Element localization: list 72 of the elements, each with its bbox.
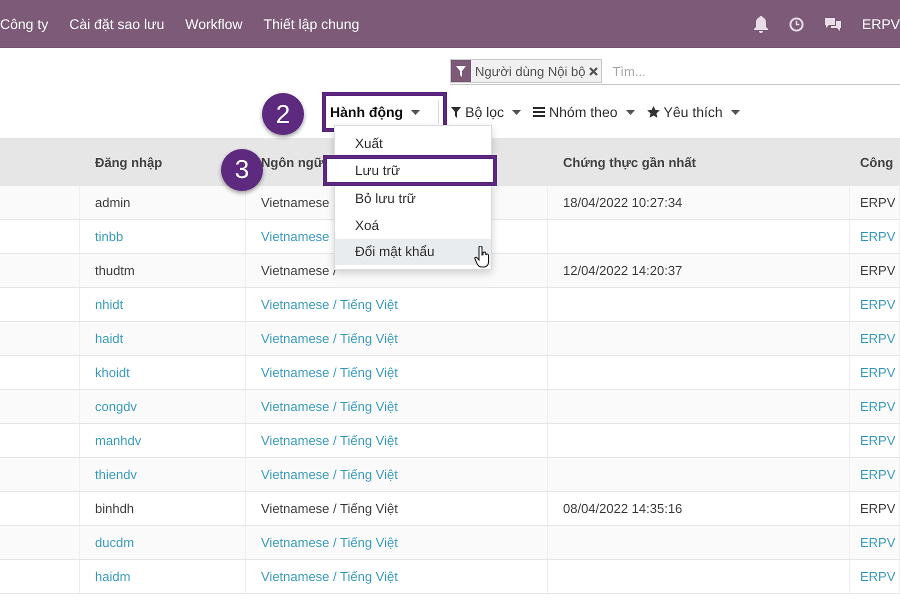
company-cell: ERPV [860, 535, 896, 550]
caret-icon [411, 110, 420, 114]
language-cell: Vietnamese / Tiếng Việt [261, 433, 398, 448]
company-cell: ERPV [860, 501, 896, 516]
star-icon [646, 106, 660, 118]
menu-item[interactable]: Workflow [185, 16, 253, 32]
dropdown-item[interactable]: Lưu trữ [323, 154, 497, 186]
login-cell: nhidt [95, 297, 124, 312]
company-cell: ERPV [860, 297, 896, 312]
login-cell: binhdh [95, 501, 134, 516]
login-cell: ducdm [95, 535, 134, 550]
login-cell: haidm [95, 569, 130, 584]
caret-icon [512, 110, 522, 114]
language-cell: Vietnamese / Tiếng Việt [261, 535, 398, 550]
menu-item[interactable]: Công ty [0, 16, 58, 32]
toolbar-button[interactable]: Nhóm theo [533, 100, 635, 124]
company-cell: ERPV [860, 331, 896, 346]
dropdown-item[interactable]: Xoá [335, 212, 491, 238]
company-cell: ERPV [860, 365, 896, 380]
user-name[interactable]: ERPV [862, 16, 900, 32]
toolbar-button[interactable]: Yêu thích [646, 100, 740, 124]
language-cell: Vietnamese / Tiếng Việt [261, 365, 398, 380]
column-header[interactable]: Chứng thực gần nhất [563, 154, 696, 170]
bell-icon[interactable] [752, 16, 769, 32]
facet-label: Người dùng Nội bộ [474, 64, 586, 78]
caret-icon [730, 110, 740, 114]
login-cell: admin [95, 195, 130, 210]
company-cell: ERPV [860, 229, 896, 244]
company-cell: ERPV [860, 399, 896, 414]
search-field[interactable]: Tìm... [610, 62, 900, 80]
clock-icon[interactable] [788, 16, 804, 32]
company-cell: ERPV [860, 569, 896, 584]
caret-icon [626, 110, 635, 114]
filter-icon [451, 106, 462, 118]
dropdown-item[interactable]: Xuất [335, 130, 491, 156]
language-cell: Vietnamese [261, 195, 330, 210]
company-cell: ERPV [860, 195, 896, 210]
language-cell: Vietnamese / Tiếng Việt [261, 467, 398, 482]
dropdown-item[interactable]: Bỏ lưu trữ [335, 186, 491, 212]
login-cell: haidt [95, 331, 124, 346]
last-auth-cell: 12/04/2022 14:20:37 [563, 263, 682, 278]
company-cell: ERPV [860, 433, 896, 448]
chat-icon[interactable] [824, 16, 842, 32]
login-cell: manhdv [95, 433, 142, 448]
language-cell: Vietnamese [261, 229, 330, 244]
toolbar-button[interactable]: Bộ lọc [451, 100, 522, 124]
login-cell: thiendv [95, 467, 137, 482]
column-header[interactable]: Công [860, 154, 894, 170]
login-cell: congdv [95, 399, 137, 414]
last-auth-cell: 18/04/2022 10:27:34 [563, 195, 682, 210]
close-icon[interactable] [589, 66, 598, 76]
list-icon [533, 107, 546, 117]
login-cell: tinbb [95, 229, 124, 244]
dropdown-item[interactable]: Đổi mật khẩu [335, 238, 491, 265]
search-facet[interactable]: Người dùng Nội bộ [450, 59, 602, 83]
step-badge: 2 [262, 93, 304, 135]
filter-icon [456, 66, 466, 76]
language-cell: Vietnamese / Tiếng Việt [261, 297, 398, 312]
menu-item[interactable]: Cài đặt sao lưu [69, 16, 174, 32]
column-header[interactable]: Đăng nhập [95, 154, 162, 170]
column-header[interactable]: Ngôn ngữ [261, 154, 324, 170]
language-cell: Vietnamese / Tiếng Việt [261, 399, 398, 414]
company-cell: ERPV [860, 263, 896, 278]
company-cell: ERPV [860, 467, 896, 482]
login-cell: thudtm [95, 263, 135, 278]
language-cell: Vietnamese / Tiếng Việt [261, 569, 398, 584]
last-auth-cell: 08/04/2022 14:35:16 [563, 501, 682, 516]
toolbar-button[interactable]: Hành động [330, 100, 440, 124]
language-cell: Vietnamese / Tiếng Việt [261, 501, 398, 516]
menu-item[interactable]: Thiết lập chung [264, 16, 370, 32]
login-cell: khoidt [95, 365, 130, 380]
language-cell: Vietnamese / Tiếng Việt [261, 331, 398, 346]
